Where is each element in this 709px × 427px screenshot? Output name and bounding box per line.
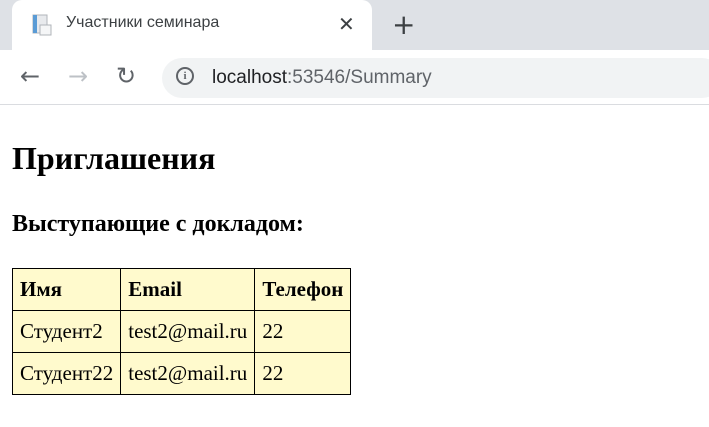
speakers-table: Имя Email Телефон Студент2 test2@mail.ru…: [11, 268, 352, 395]
url-path: :53546/Summary: [287, 67, 432, 88]
cell-email: test2@mail.ru: [120, 352, 256, 395]
table-header-row: Имя Email Телефон: [11, 268, 352, 311]
cell-phone: 22: [254, 310, 352, 353]
cell-email: test2@mail.ru: [120, 310, 256, 353]
browser-toolbar: ← → ↻ i localhost:53546/Summary: [0, 50, 709, 105]
address-bar[interactable]: i localhost:53546/Summary: [162, 58, 709, 98]
info-icon[interactable]: i: [176, 67, 194, 85]
column-header-phone: Телефон: [254, 268, 352, 311]
cell-name: Студент2: [11, 310, 122, 353]
close-tab-icon[interactable]: ✕: [338, 12, 355, 36]
forward-button[interactable]: →: [68, 62, 88, 90]
page-favicon-icon: [32, 14, 52, 36]
column-header-name: Имя: [11, 268, 122, 311]
reload-button[interactable]: ↻: [116, 62, 136, 90]
back-button[interactable]: ←: [20, 62, 40, 90]
cell-phone: 22: [254, 352, 352, 395]
url-text[interactable]: localhost:53546/Summary: [212, 67, 432, 89]
url-host: localhost: [212, 67, 287, 88]
section-heading: Выступающие с докладом:: [12, 211, 304, 237]
table-row: Студент22 test2@mail.ru 22: [11, 352, 352, 395]
tab-active[interactable]: Участники семинара ✕: [12, 0, 372, 50]
new-tab-button[interactable]: +: [392, 8, 415, 41]
tab-title: Участники семинара: [66, 14, 220, 31]
tab-strip: Участники семинара ✕ +: [0, 0, 709, 50]
cell-name: Студент22: [11, 352, 122, 395]
page-title: Приглашения: [12, 140, 216, 176]
table-row: Студент2 test2@mail.ru 22: [11, 310, 352, 353]
column-header-email: Email: [120, 268, 256, 311]
